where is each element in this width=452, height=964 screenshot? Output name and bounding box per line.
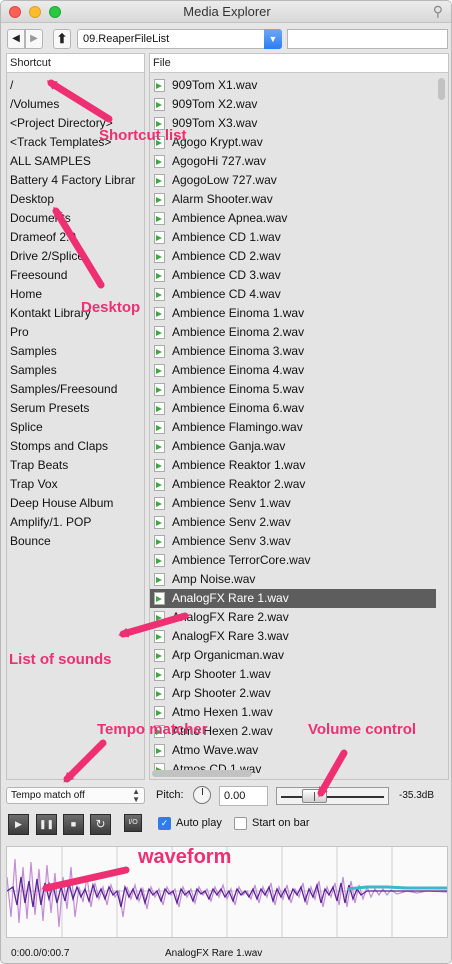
annotation-desktop: Desktop [81, 299, 141, 316]
media-explorer-window: Media Explorer ⚲ ◀ ▶ ⬆ 09.ReaperFileList… [0, 0, 452, 964]
annotation-list-of-sounds: List of sounds [9, 651, 112, 668]
annotation-volume-control: Volume control [308, 721, 417, 738]
annotation-shortcut-list: Shortcut list [99, 127, 187, 144]
annotation-tempo-matcher: Tempo matcher [97, 721, 208, 738]
annotation-waveform: waveform [138, 846, 232, 868]
annotation-arrows [41, 79, 348, 892]
